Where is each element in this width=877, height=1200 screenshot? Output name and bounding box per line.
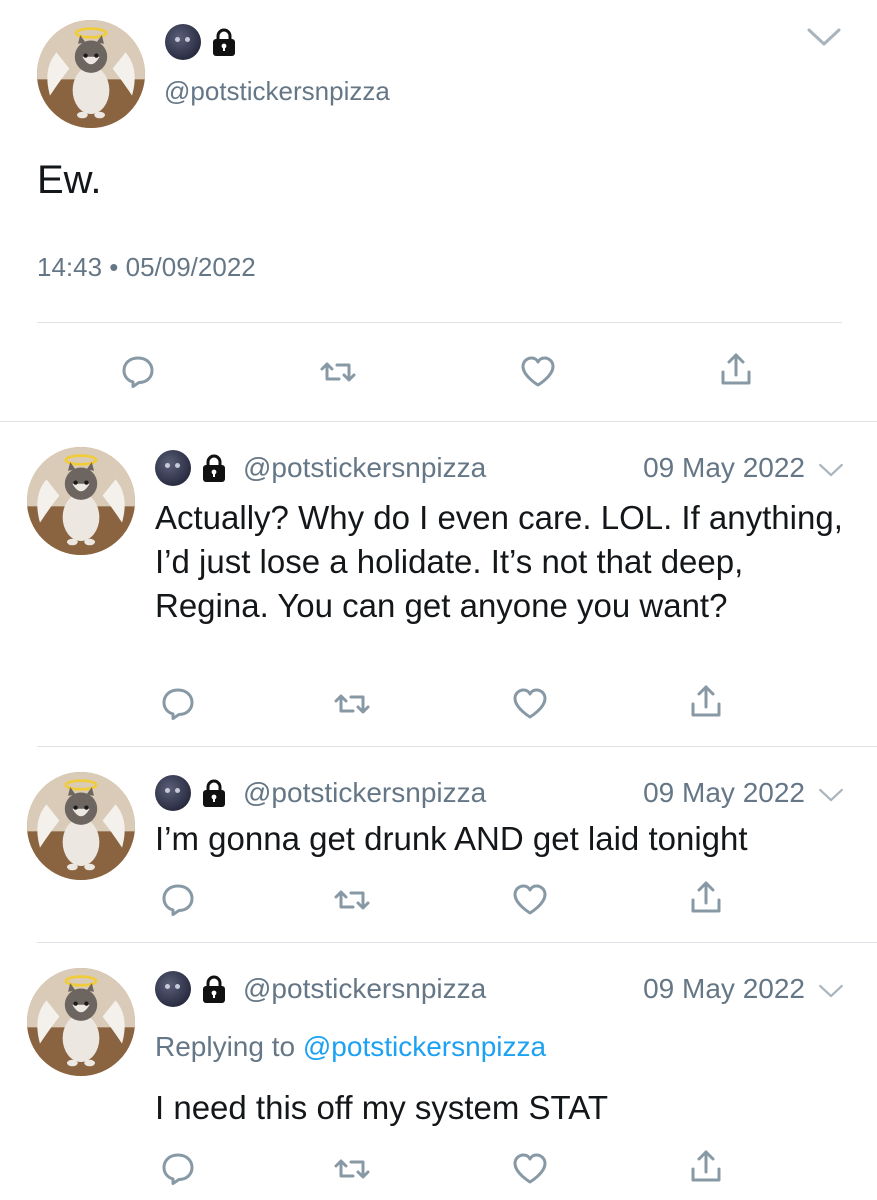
share-icon [686, 682, 726, 722]
user-handle[interactable]: @potstickersnpizza [243, 973, 486, 1005]
reply-icon [158, 684, 198, 724]
like-button[interactable] [518, 352, 558, 392]
avatar-image [37, 20, 145, 128]
user-handle[interactable]: @potstickersnpizza [164, 76, 390, 107]
reply-tweet[interactable]: @potstickersnpizza 09 May 2022 I’m gonna… [0, 747, 877, 943]
retweet-button[interactable] [332, 1149, 372, 1189]
share-button[interactable] [716, 350, 756, 390]
chevron-down-icon[interactable] [818, 983, 844, 999]
replying-prefix: Replying to [155, 1031, 296, 1062]
chevron-down-icon[interactable] [818, 787, 844, 803]
like-button[interactable] [510, 684, 550, 724]
avatar-image [27, 447, 135, 555]
retweet-icon [332, 684, 372, 724]
reply-button[interactable] [158, 880, 198, 920]
share-icon [686, 1147, 726, 1187]
tweet-date[interactable]: 09 May 2022 [643, 973, 805, 1005]
new-moon-face-icon [155, 450, 191, 486]
chevron-down-icon[interactable] [818, 462, 844, 478]
reply-button[interactable] [118, 352, 158, 392]
user-handle[interactable]: @potstickersnpizza [243, 777, 486, 809]
like-icon [510, 1149, 550, 1189]
tweet-date[interactable]: 09 May 2022 [643, 452, 805, 484]
user-handle[interactable]: @potstickersnpizza [243, 452, 486, 484]
reply-button[interactable] [158, 684, 198, 724]
share-button[interactable] [686, 682, 726, 722]
retweet-icon [332, 880, 372, 920]
tweet-text: Actually? Why do I even care. LOL. If an… [155, 499, 843, 624]
reply-tweet[interactable]: @potstickersnpizza 09 May 2022 Actually?… [0, 422, 877, 747]
tweet-text: I’m gonna get drunk AND get laid tonight [155, 820, 748, 857]
reply-icon [158, 1149, 198, 1189]
like-icon [510, 684, 550, 724]
lock-icon [201, 453, 227, 483]
avatar[interactable] [27, 968, 135, 1076]
reply-button[interactable] [158, 1149, 198, 1189]
avatar[interactable] [37, 20, 145, 128]
share-icon [686, 878, 726, 918]
retweet-icon [332, 1149, 372, 1189]
display-name[interactable]: @potstickersnpizza [155, 775, 486, 811]
new-moon-face-icon [165, 24, 201, 60]
tweet-timestamp[interactable]: 14:43 • 05/09/2022 [37, 252, 256, 283]
retweet-icon [318, 352, 358, 392]
display-name[interactable] [165, 24, 237, 60]
new-moon-face-icon [155, 971, 191, 1007]
divider [37, 322, 842, 323]
share-button[interactable] [686, 878, 726, 918]
reply-icon [118, 352, 158, 392]
avatar-image [27, 772, 135, 880]
avatar[interactable] [27, 772, 135, 880]
tweet-date[interactable]: 09 May 2022 [643, 777, 805, 809]
like-icon [518, 352, 558, 392]
retweet-button[interactable] [332, 880, 372, 920]
avatar[interactable] [27, 447, 135, 555]
lock-icon [201, 778, 227, 808]
display-name[interactable]: @potstickersnpizza [155, 971, 486, 1007]
lock-icon [201, 974, 227, 1004]
lock-icon [211, 27, 237, 57]
chevron-down-icon[interactable] [806, 26, 842, 48]
main-tweet: @potstickersnpizza Ew. 14:43 • 05/09/202… [0, 0, 877, 422]
retweet-button[interactable] [318, 352, 358, 392]
replying-to: Replying to @potstickersnpizza [155, 1031, 546, 1063]
tweet-text: Ew. [37, 158, 102, 202]
reply-tweet[interactable]: @potstickersnpizza 09 May 2022 Replying … [0, 943, 877, 1200]
reply-icon [158, 880, 198, 920]
new-moon-face-icon [155, 775, 191, 811]
share-icon [716, 350, 756, 390]
like-button[interactable] [510, 1149, 550, 1189]
share-button[interactable] [686, 1147, 726, 1187]
like-icon [510, 880, 550, 920]
avatar-image [27, 968, 135, 1076]
display-name[interactable]: @potstickersnpizza [155, 450, 486, 486]
replying-handle-link[interactable]: @potstickersnpizza [303, 1031, 546, 1062]
like-button[interactable] [510, 880, 550, 920]
retweet-button[interactable] [332, 684, 372, 724]
tweet-text: I need this off my system STAT [155, 1089, 608, 1126]
